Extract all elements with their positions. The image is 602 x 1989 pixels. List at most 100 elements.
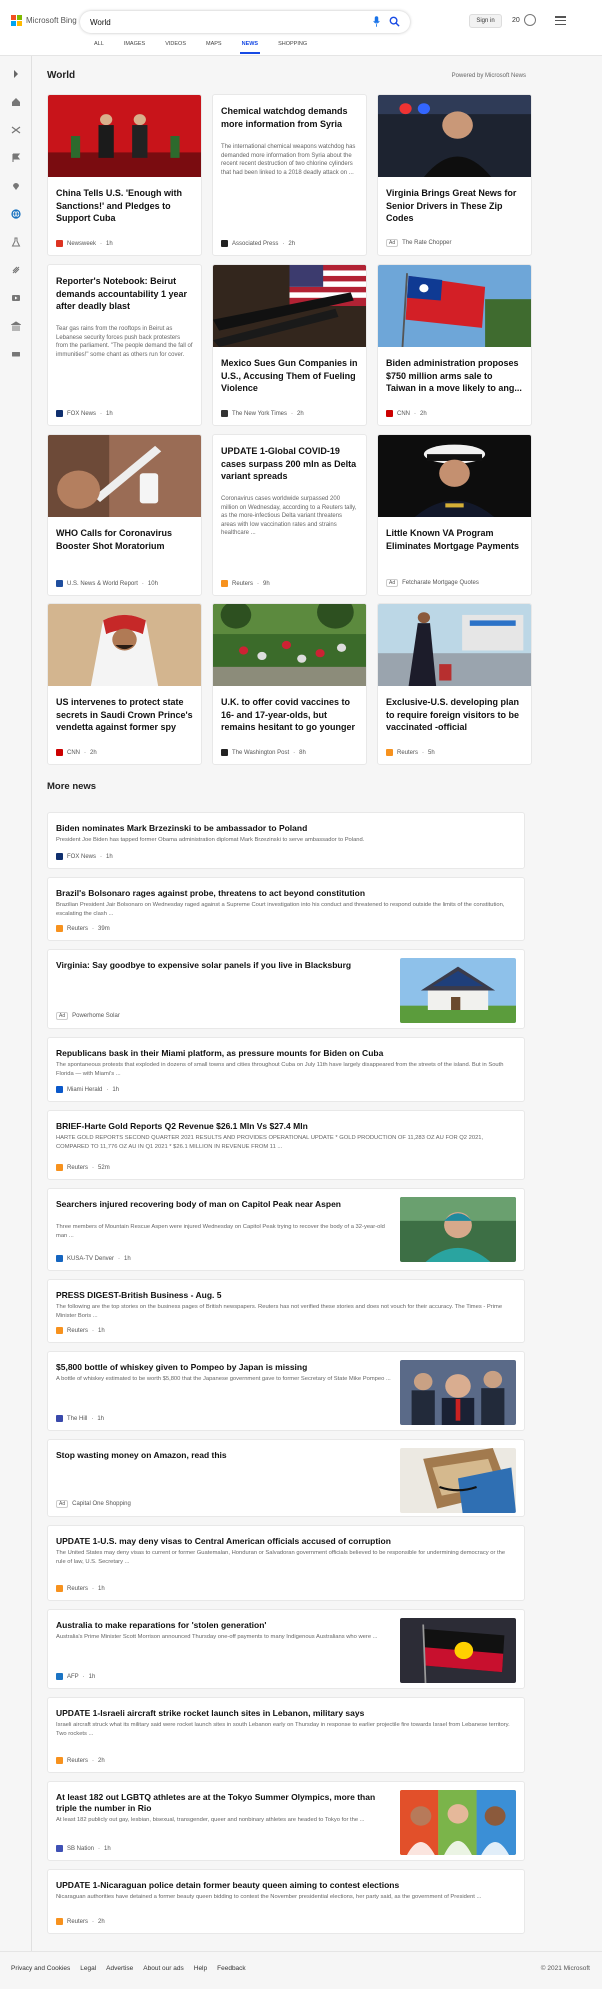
news-thumbnail[interactable] [400,1448,516,1513]
bing-logo[interactable]: Microsoft Bing [11,15,77,26]
news-headline[interactable]: US intervenes to protect state secrets i… [56,696,193,734]
news-headline[interactable]: Mexico Sues Gun Companies in U.S., Accus… [221,357,358,395]
news-headline[interactable]: At least 182 out LGBTQ athletes are at t… [56,1792,392,1814]
news-headline[interactable]: PRESS DIGEST-British Business - Aug. 5 [56,1290,516,1301]
location-icon[interactable] [10,180,22,192]
money-icon[interactable] [10,348,22,360]
news-image[interactable] [213,265,366,347]
footer-link-privacy[interactable]: Privacy and Cookies [11,1965,70,1972]
news-thumbnail[interactable] [400,1790,516,1855]
tab-maps[interactable]: MAPS [196,40,232,54]
footer-link-help[interactable]: Help [194,1965,207,1972]
more-news-item[interactable]: Brazil's Bolsonaro rages against probe, … [47,877,525,941]
more-news-item[interactable]: Republicans bask in their Miami platform… [47,1037,525,1102]
source-logo-icon [56,1086,63,1093]
tab-videos[interactable]: VIDEOS [155,40,196,54]
news-card[interactable]: Little Known VA Program Eliminates Mortg… [377,434,532,596]
news-image[interactable] [48,604,201,686]
news-image[interactable] [213,604,366,686]
science-icon[interactable] [10,236,22,248]
news-headline[interactable]: Australia to make reparations for 'stole… [56,1620,392,1631]
tab-news[interactable]: NEWS [232,40,269,54]
news-card[interactable]: UPDATE 1-Global COVID-19 cases surpass 2… [212,434,367,596]
rocket-icon[interactable] [10,264,22,276]
more-news-item[interactable]: Stop wasting money on Amazon, read this A… [47,1439,525,1517]
more-news-item[interactable]: PRESS DIGEST-British Business - Aug. 5 Th… [47,1279,525,1343]
news-image[interactable] [48,435,201,517]
news-card[interactable]: WHO Calls for Coronavirus Booster Shot M… [47,434,202,596]
news-image[interactable] [48,95,201,177]
news-card[interactable]: Biden administration proposes $750 milli… [377,264,532,426]
footer-link-feedback[interactable]: Feedback [217,1965,246,1972]
news-headline[interactable]: U.K. to offer covid vaccines to 16- and … [221,696,358,734]
news-image[interactable] [378,95,531,177]
news-headline[interactable]: Virginia: Say goodbye to expensive solar… [56,960,392,971]
news-thumbnail[interactable] [400,1197,516,1262]
news-headline[interactable]: UPDATE 1-Global COVID-19 cases surpass 2… [221,445,358,483]
news-headline[interactable]: $5,800 bottle of whiskey given to Pompeo… [56,1362,392,1373]
news-headline[interactable]: Chemical watchdog demands more informati… [221,105,358,130]
tab-images[interactable]: IMAGES [114,40,155,54]
news-headline[interactable]: China Tells U.S. 'Enough with Sanctions!… [56,187,193,225]
search-input[interactable] [90,15,340,29]
sign-in-button[interactable]: Sign in [469,14,502,28]
tab-shopping[interactable]: SHOPPING [268,40,317,54]
tab-all[interactable]: ALL [84,40,114,54]
news-headline[interactable]: UPDATE 1-Nicaraguan police detain former… [56,1880,516,1891]
more-news-item[interactable]: Australia to make reparations for 'stole… [47,1609,525,1689]
more-news-item[interactable]: UPDATE 1-Israeli aircraft strike rocket … [47,1697,525,1773]
news-card[interactable]: Mexico Sues Gun Companies in U.S., Accus… [212,264,367,426]
news-card[interactable]: Exclusive-U.S. developing plan to requir… [377,603,532,765]
expand-icon[interactable] [10,68,22,80]
news-headline[interactable]: UPDATE 1-U.S. may deny visas to Central … [56,1536,516,1547]
news-image[interactable] [378,265,531,347]
home-icon[interactable] [10,96,22,108]
hamburger-menu-icon[interactable] [555,16,566,26]
more-news-item[interactable]: UPDATE 1-U.S. may deny visas to Central … [47,1525,525,1601]
news-headline[interactable]: Brazil's Bolsonaro rages against probe, … [56,888,516,899]
video-icon[interactable] [10,292,22,304]
dot-separator: · [282,240,285,247]
more-news-item[interactable]: Virginia: Say goodbye to expensive solar… [47,949,525,1029]
globe-icon[interactable] [10,208,22,220]
rewards-button[interactable]: 20 [512,14,536,26]
search-icon[interactable] [389,16,400,27]
more-news-item[interactable]: UPDATE 1-Nicaraguan police detain former… [47,1869,525,1934]
more-news-item[interactable]: At least 182 out LGBTQ athletes are at t… [47,1781,525,1861]
footer-link-legal[interactable]: Legal [80,1965,96,1972]
news-headline[interactable]: Biden nominates Mark Brzezinski to be am… [56,823,516,834]
more-news-item[interactable]: BRIEF-Harte Gold Reports Q2 Revenue $26.… [47,1110,525,1180]
news-card[interactable]: U.K. to offer covid vaccines to 16- and … [212,603,367,765]
news-thumbnail[interactable] [400,1360,516,1425]
news-image[interactable] [378,604,531,686]
news-card[interactable]: China Tells U.S. 'Enough with Sanctions!… [47,94,202,256]
more-news-item[interactable]: Biden nominates Mark Brzezinski to be am… [47,812,525,869]
ad-badge: Ad [56,1500,69,1508]
news-headline[interactable]: BRIEF-Harte Gold Reports Q2 Revenue $26.… [56,1121,516,1132]
bank-icon[interactable] [10,320,22,332]
microphone-icon[interactable] [373,16,380,27]
news-headline[interactable]: Reporter's Notebook: Beirut demands acco… [56,275,193,313]
more-news-item[interactable]: $5,800 bottle of whiskey given to Pompeo… [47,1351,525,1431]
news-image[interactable] [378,435,531,517]
news-card[interactable]: Virginia Brings Great News for Senior Dr… [377,94,532,256]
footer-link-about-ads[interactable]: About our ads [143,1965,183,1972]
news-headline[interactable]: Virginia Brings Great News for Senior Dr… [386,187,523,225]
news-headline[interactable]: Searchers injured recovering body of man… [56,1199,392,1210]
news-headline[interactable]: Republicans bask in their Miami platform… [56,1048,516,1059]
news-headline[interactable]: Little Known VA Program Eliminates Mortg… [386,527,523,552]
footer-link-advertise[interactable]: Advertise [106,1965,133,1972]
shuffle-icon[interactable] [10,124,22,136]
flag-icon[interactable] [10,152,22,164]
news-thumbnail[interactable] [400,1618,516,1683]
news-card[interactable]: Reporter's Notebook: Beirut demands acco… [47,264,202,426]
news-headline[interactable]: WHO Calls for Coronavirus Booster Shot M… [56,527,193,552]
more-news-item[interactable]: Searchers injured recovering body of man… [47,1188,525,1271]
news-headline[interactable]: UPDATE 1-Israeli aircraft strike rocket … [56,1708,516,1719]
news-headline[interactable]: Biden administration proposes $750 milli… [386,357,523,395]
news-headline[interactable]: Exclusive-U.S. developing plan to requir… [386,696,523,734]
news-card[interactable]: Chemical watchdog demands more informati… [212,94,367,256]
news-thumbnail[interactable] [400,958,516,1023]
news-headline[interactable]: Stop wasting money on Amazon, read this [56,1450,392,1461]
news-card[interactable]: US intervenes to protect state secrets i… [47,603,202,765]
